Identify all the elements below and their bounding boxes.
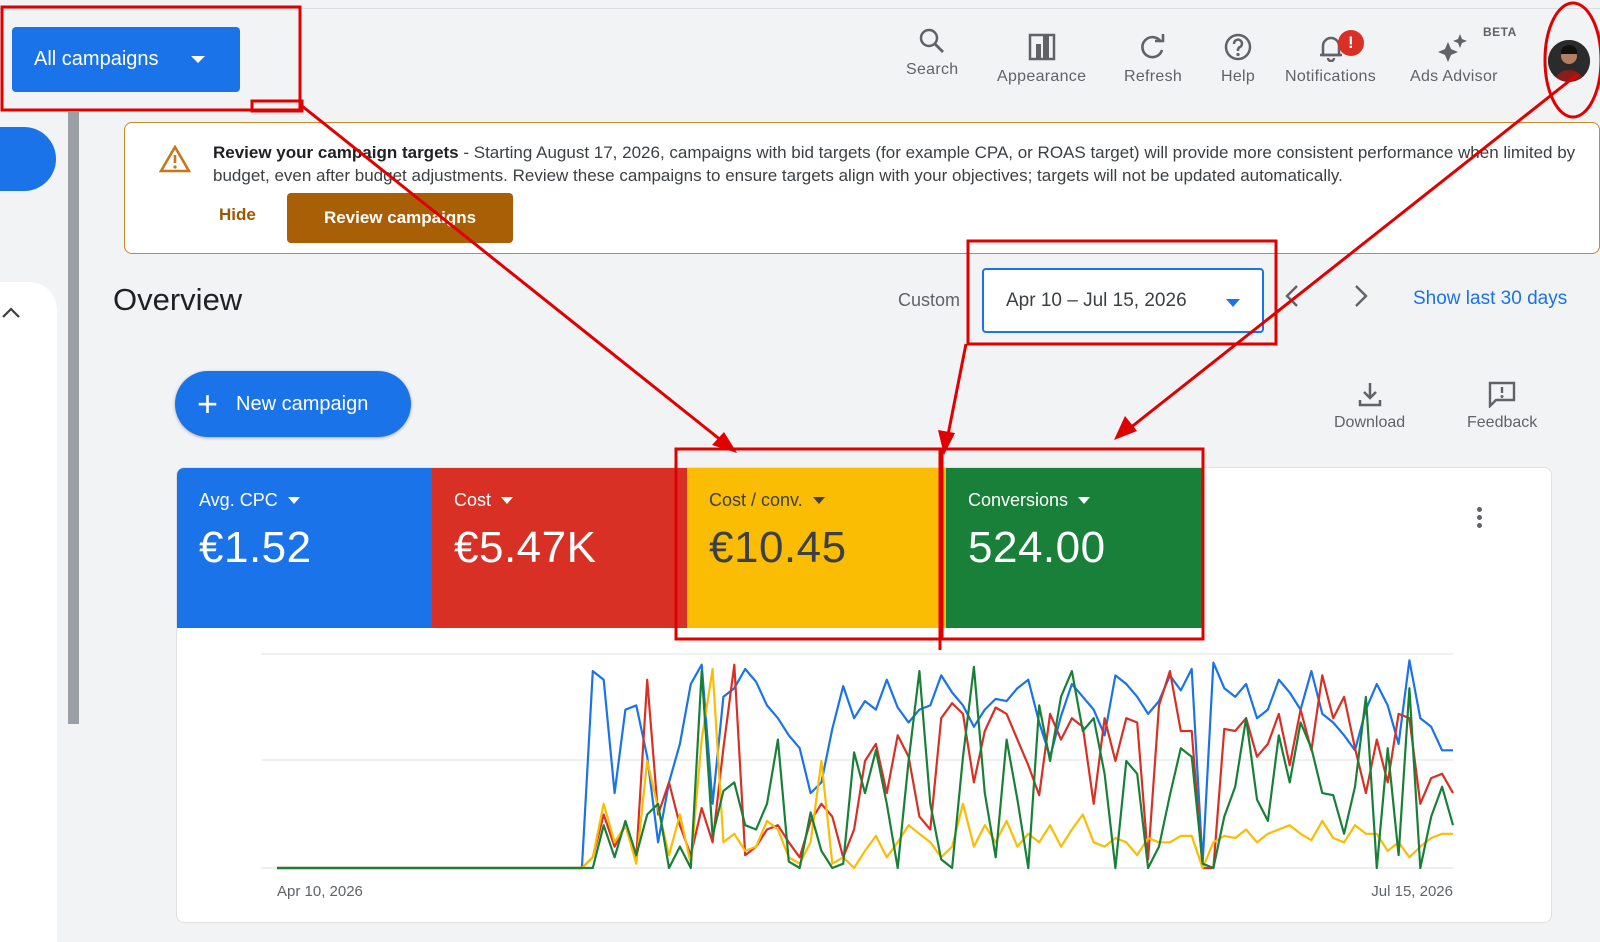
hide-button[interactable]: Hide bbox=[219, 205, 256, 225]
feedback-label: Feedback bbox=[1467, 414, 1538, 431]
beta-tag: BETA bbox=[1483, 25, 1517, 39]
header-toolbar: Search Appearance Refresh Help Notificat… bbox=[0, 22, 1600, 92]
metric-tile-cost-per-conv[interactable]: Cost / conv. €10.45 bbox=[687, 468, 946, 628]
date-range-dropdown[interactable]: Apr 10 – Jul 15, 2026 bbox=[982, 268, 1264, 333]
notification-badge: ! bbox=[1338, 30, 1364, 56]
metric-dropdown[interactable]: Conversions bbox=[968, 490, 1180, 511]
x-axis-start-label: Apr 10, 2026 bbox=[277, 883, 363, 900]
avatar[interactable] bbox=[1548, 40, 1590, 82]
feedback-button[interactable]: Feedback bbox=[1467, 380, 1537, 432]
metric-value: 524.00 bbox=[968, 523, 1106, 572]
chevron-left-icon bbox=[1285, 285, 1298, 307]
feedback-icon bbox=[1488, 381, 1516, 408]
series-line bbox=[277, 667, 1453, 870]
sparkle-icon bbox=[1437, 34, 1467, 62]
help-icon bbox=[1224, 33, 1252, 61]
performance-line-chart: Apr 10, 2026 Jul 15, 2026 bbox=[261, 653, 1455, 900]
next-period-button[interactable] bbox=[1352, 282, 1370, 316]
dropdown-caret-icon bbox=[1078, 497, 1091, 504]
metric-label: Cost bbox=[454, 490, 492, 510]
search-icon bbox=[920, 28, 945, 53]
annotation-arrowhead bbox=[712, 432, 737, 453]
ads-advisor-tool-label: Ads Advisor bbox=[1410, 68, 1498, 85]
banner-message: Review your campaign targets - Starting … bbox=[213, 141, 1583, 187]
plus-icon: + bbox=[197, 383, 219, 424]
appearance-icon bbox=[1028, 33, 1055, 61]
refresh-icon bbox=[1141, 34, 1165, 59]
dropdown-caret-icon bbox=[287, 497, 300, 504]
metric-tile-conversions[interactable]: Conversions 524.00 bbox=[946, 468, 1202, 628]
download-icon bbox=[1358, 383, 1381, 407]
ads-advisor-tool[interactable]: Ads Advisor bbox=[1410, 32, 1498, 86]
dropdown-caret-icon bbox=[812, 497, 825, 504]
metric-value: €5.47K bbox=[454, 523, 597, 572]
metric-label: Conversions bbox=[968, 490, 1069, 510]
metric-dropdown[interactable]: Cost / conv. bbox=[709, 490, 924, 511]
show-last-30-days-link[interactable]: Show last 30 days bbox=[1413, 288, 1567, 310]
chevron-down-icon bbox=[1226, 299, 1240, 307]
search-tool[interactable]: Search bbox=[906, 27, 959, 79]
sidebar-active-item[interactable] bbox=[0, 127, 56, 191]
annotation-box bbox=[250, 99, 304, 113]
series-line bbox=[277, 663, 1454, 870]
new-campaign-button[interactable]: + New campaign bbox=[175, 371, 411, 437]
date-range-value: Apr 10 – Jul 15, 2026 bbox=[1006, 289, 1187, 311]
warning-icon bbox=[159, 145, 191, 173]
refresh-tool-label: Refresh bbox=[1124, 68, 1183, 85]
campaign-targets-banner: Review your campaign targets - Starting … bbox=[124, 122, 1600, 254]
help-tool[interactable]: Help bbox=[1221, 32, 1255, 86]
sidebar-panel bbox=[0, 282, 57, 942]
notifications-tool-label: Notifications bbox=[1285, 68, 1377, 85]
metric-value: €10.45 bbox=[709, 523, 847, 572]
download-label: Download bbox=[1334, 414, 1406, 431]
x-axis-end-label: Jul 15, 2026 bbox=[1371, 883, 1453, 900]
metric-tile-avg-cpc[interactable]: Avg. CPC €1.52 bbox=[177, 468, 432, 628]
new-campaign-label: New campaign bbox=[236, 392, 369, 415]
metric-dropdown[interactable]: Cost bbox=[454, 490, 665, 511]
notifications-tool[interactable]: Notifications ! bbox=[1285, 30, 1377, 86]
annotation-arrowhead bbox=[938, 430, 955, 455]
metric-label: Cost / conv. bbox=[709, 490, 803, 510]
appearance-tool-label: Appearance bbox=[997, 68, 1087, 85]
top-divider bbox=[0, 8, 1600, 9]
chevron-up-icon[interactable] bbox=[0, 300, 22, 324]
metric-label: Avg. CPC bbox=[199, 490, 278, 510]
appearance-tool[interactable]: Appearance bbox=[997, 32, 1086, 86]
metric-value: €1.52 bbox=[199, 523, 312, 572]
more-options-icon[interactable] bbox=[1477, 504, 1485, 531]
performance-card: Avg. CPC €1.52 Cost €5.47K Cost / conv. … bbox=[176, 467, 1552, 923]
refresh-tool[interactable]: Refresh bbox=[1124, 32, 1182, 86]
previous-period-button[interactable] bbox=[1283, 282, 1301, 316]
download-button[interactable]: Download bbox=[1334, 380, 1405, 432]
search-tool-label: Search bbox=[906, 61, 959, 78]
page-title: Overview bbox=[113, 282, 243, 317]
chevron-right-icon bbox=[1355, 285, 1368, 307]
sidebar-scrollbar[interactable] bbox=[68, 112, 79, 724]
dropdown-caret-icon bbox=[501, 497, 514, 504]
metric-dropdown[interactable]: Avg. CPC bbox=[199, 490, 410, 511]
banner-title: Review your campaign targets bbox=[213, 143, 459, 162]
metric-tile-cost[interactable]: Cost €5.47K bbox=[432, 468, 687, 628]
help-tool-label: Help bbox=[1221, 68, 1256, 85]
annotation-arrow bbox=[944, 343, 968, 446]
annotation-arrowhead bbox=[1114, 416, 1137, 440]
range-type-label: Custom bbox=[898, 290, 961, 310]
review-campaigns-button[interactable]: Review campaigns bbox=[287, 193, 513, 243]
